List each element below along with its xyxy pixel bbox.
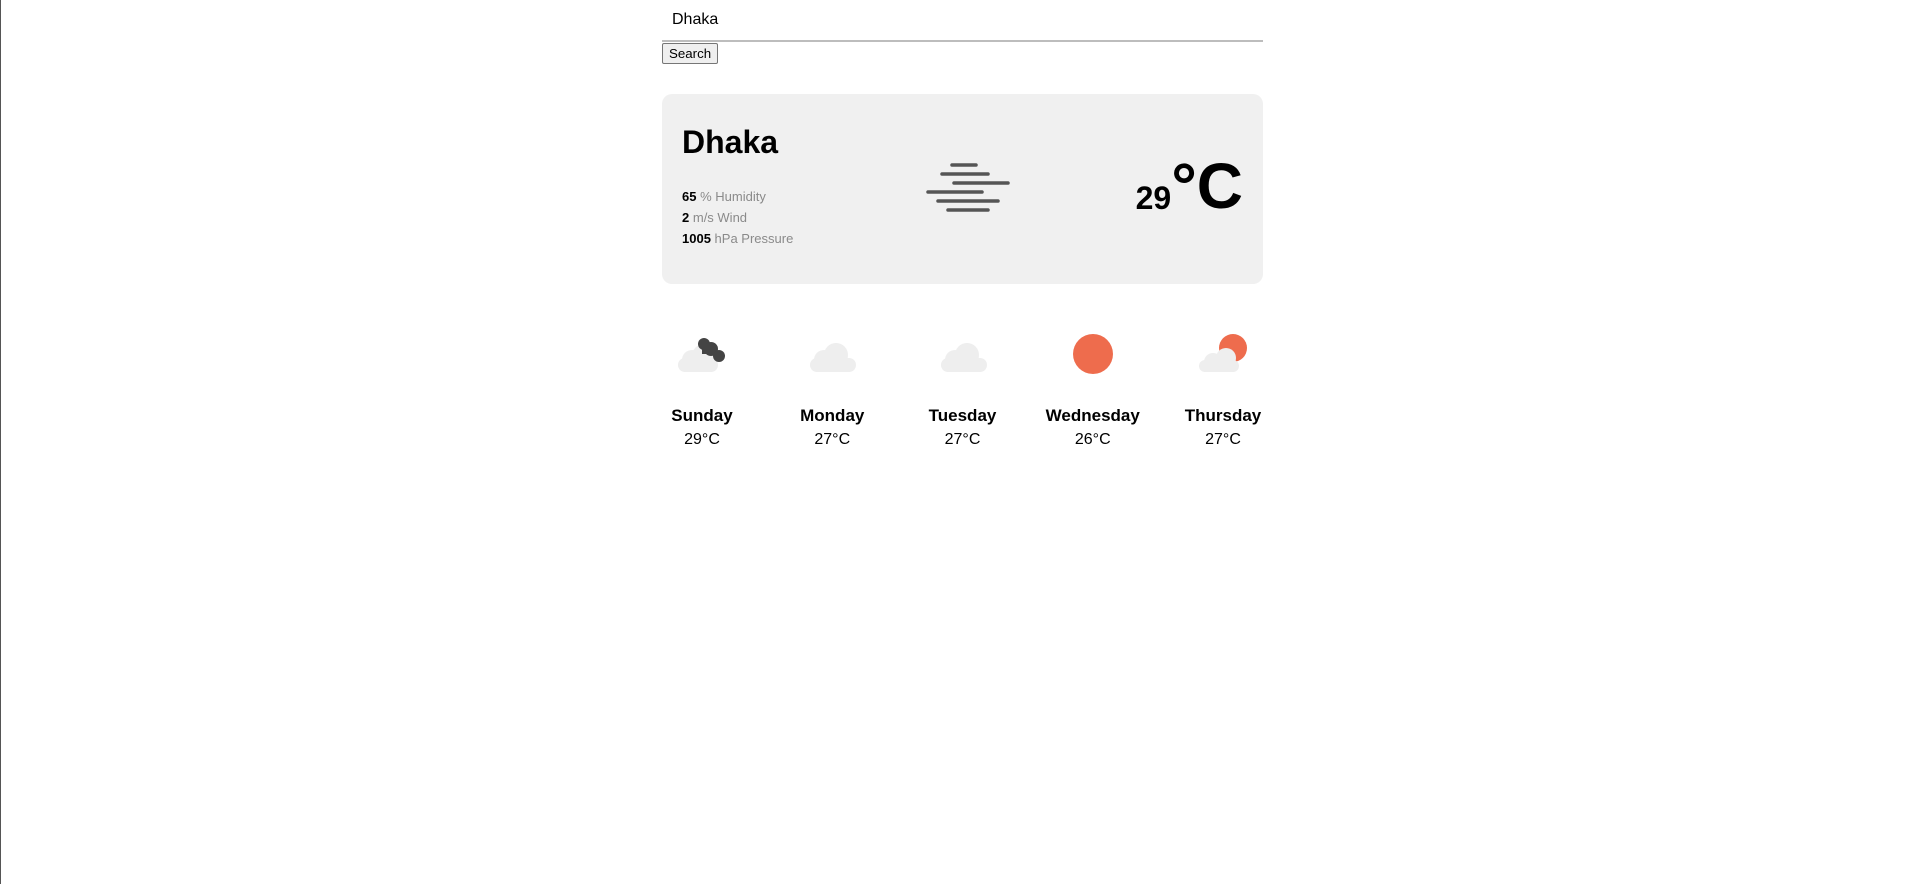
weather-app: Search Dhaka 65 % Humidity 2 m/s Wind 10… bbox=[662, 0, 1263, 448]
search-input[interactable] bbox=[662, 0, 1263, 42]
forecast-day-temp: 26°C bbox=[1074, 431, 1111, 448]
forecast-day-temp: 27°C bbox=[1205, 431, 1241, 448]
weather-stats: 65 % Humidity 2 m/s Wind 1005 hPa Pressu… bbox=[682, 186, 793, 249]
forecast-day-name: Wednesday bbox=[1045, 406, 1140, 425]
cloud-icon bbox=[940, 343, 987, 372]
cloud-icon bbox=[810, 343, 857, 372]
forecast-day: Thursday 27°C bbox=[1183, 330, 1263, 449]
forecast-day-name: Monday bbox=[800, 406, 865, 425]
forecast-day-temp: 27°C bbox=[944, 431, 981, 448]
mist-icon bbox=[926, 163, 1010, 212]
humidity-label: % Humidity bbox=[700, 189, 766, 204]
partly-sunny-icon bbox=[1199, 334, 1247, 372]
forecast-day-name: Thursday bbox=[1184, 406, 1262, 425]
forecast-day-name: Tuesday bbox=[928, 406, 997, 425]
wind-stat: 2 m/s Wind bbox=[682, 207, 793, 228]
sun-icon bbox=[1072, 334, 1113, 374]
forecast-list: Sunday 29°C Monday 27°C Tuesday 27°C Wed… bbox=[662, 330, 1263, 449]
humidity-stat: 65 % Humidity bbox=[682, 186, 793, 207]
current-weather-card: Dhaka 65 % Humidity 2 m/s Wind 1005 hPa … bbox=[662, 94, 1263, 284]
temperature-unit: °C bbox=[1171, 150, 1243, 222]
pressure-stat: 1005 hPa Pressure bbox=[682, 228, 793, 249]
pressure-value: 1005 bbox=[682, 231, 711, 246]
wind-label: m/s Wind bbox=[692, 210, 748, 225]
cloudy-night-icon bbox=[678, 338, 725, 372]
forecast-day-temp: 27°C bbox=[814, 431, 851, 448]
city-name: Dhaka bbox=[682, 124, 779, 160]
forecast-day: Tuesday 27°C bbox=[923, 330, 1003, 449]
forecast-day: Wednesday 26°C bbox=[1046, 330, 1140, 449]
current-temperature: 29 °C bbox=[1136, 154, 1243, 218]
forecast-day-name: Sunday bbox=[671, 406, 733, 425]
wind-value: 2 bbox=[682, 210, 690, 225]
forecast-day-temp: 29°C bbox=[684, 431, 720, 448]
pressure-label: hPa Pressure bbox=[714, 231, 794, 246]
window-edge bbox=[0, 0, 1, 884]
search-button[interactable]: Search bbox=[662, 43, 719, 64]
forecast-day: Monday 27°C bbox=[792, 330, 872, 449]
forecast-day: Sunday 29°C bbox=[662, 330, 742, 449]
temperature-value: 29 bbox=[1135, 180, 1172, 216]
humidity-value: 65 bbox=[682, 189, 697, 204]
